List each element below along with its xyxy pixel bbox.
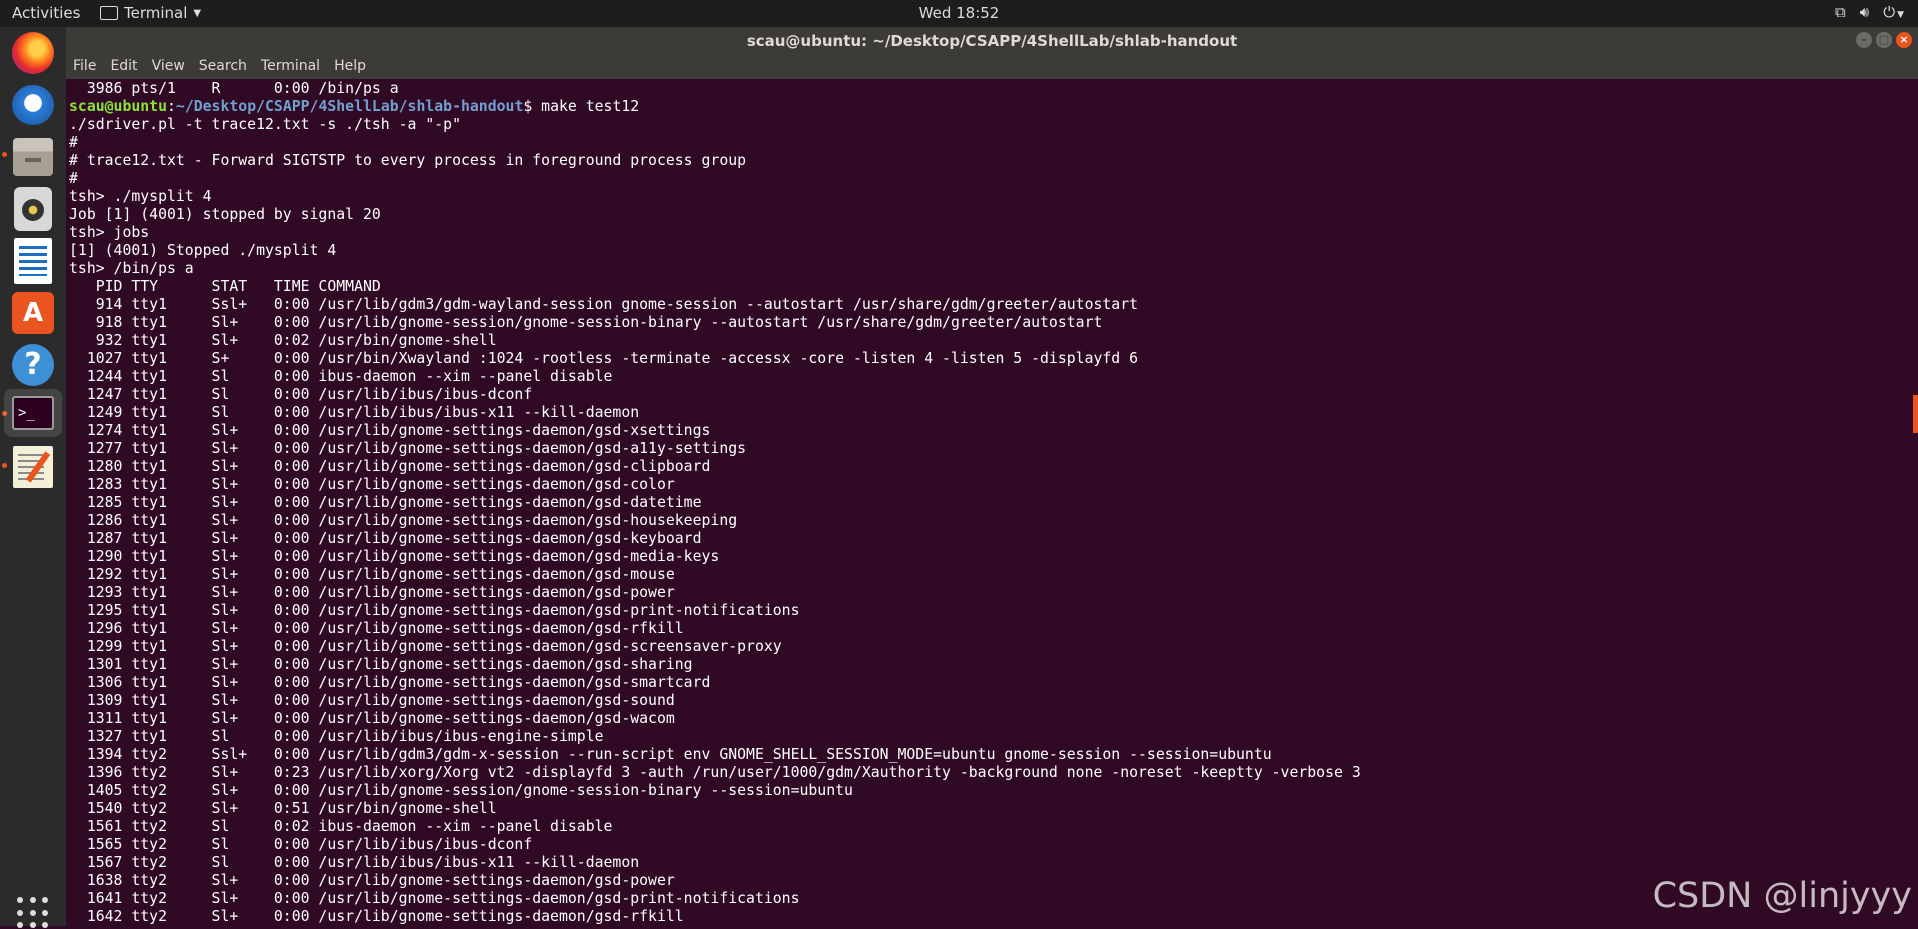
text-editor-icon bbox=[13, 446, 53, 488]
terminal-line: 914 tty1 Ssl+ 0:00 /usr/lib/gdm3/gdm-way… bbox=[69, 296, 1139, 313]
terminal-line: 932 tty1 Sl+ 0:02 /usr/bin/gnome-shell bbox=[69, 332, 497, 349]
terminal-lines: ./sdriver.pl -t trace12.txt -s ./tsh -a … bbox=[69, 116, 1918, 926]
dock: A ? >_ bbox=[0, 27, 67, 929]
menu-view[interactable]: View bbox=[145, 54, 192, 79]
terminal-line: 1641 tty2 Sl+ 0:00 /usr/lib/gnome-settin… bbox=[69, 890, 800, 907]
terminal-line: 1396 tty2 Sl+ 0:23 /usr/lib/xorg/Xorg vt… bbox=[69, 764, 1361, 781]
prompt-user: scau@ubuntu bbox=[69, 98, 167, 115]
menu-bar: File Edit View Search Terminal Help bbox=[66, 54, 1918, 79]
terminal-line: 1296 tty1 Sl+ 0:00 /usr/lib/gnome-settin… bbox=[69, 620, 684, 637]
terminal-line: 1274 tty1 Sl+ 0:00 /usr/lib/gnome-settin… bbox=[69, 422, 711, 439]
terminal-line: 1292 tty1 Sl+ 0:00 /usr/lib/gnome-settin… bbox=[69, 566, 675, 583]
dock-firefox[interactable] bbox=[9, 29, 57, 77]
close-icon[interactable]: × bbox=[1896, 32, 1912, 48]
terminal-line: 1249 tty1 Sl 0:00 /usr/lib/ibus/ibus-x11… bbox=[69, 404, 640, 421]
window-title: scau@ubuntu: ~/Desktop/CSAPP/4ShellLab/s… bbox=[746, 32, 1238, 50]
terminal-line: 1295 tty1 Sl+ 0:00 /usr/lib/gnome-settin… bbox=[69, 602, 800, 619]
clock[interactable]: Wed 18:52 bbox=[0, 4, 1918, 22]
chevron-down-icon: ▼ bbox=[1897, 10, 1904, 20]
terminal-line: 1565 tty2 Sl 0:00 /usr/lib/ibus/ibus-dco… bbox=[69, 836, 533, 853]
help-icon: ? bbox=[12, 344, 54, 386]
firefox-icon bbox=[12, 32, 54, 74]
dock-thunderbird[interactable] bbox=[9, 81, 57, 129]
dock-text-editor[interactable] bbox=[9, 443, 57, 491]
terminal-line: 1638 tty2 Sl+ 0:00 /usr/lib/gnome-settin… bbox=[69, 872, 675, 889]
terminal-line: Job [1] (4001) stopped by signal 20 bbox=[69, 206, 381, 223]
terminal-line: 1327 tty1 Sl 0:00 /usr/lib/ibus/ibus-eng… bbox=[69, 728, 604, 745]
terminal-line: [1] (4001) Stopped ./mysplit 4 bbox=[69, 242, 337, 259]
software-center-icon: A bbox=[12, 292, 54, 334]
show-applications-icon[interactable] bbox=[17, 897, 49, 929]
power-icon[interactable]: ⏻ ▼ bbox=[1883, 3, 1904, 21]
running-indicator bbox=[2, 152, 7, 157]
dock-writer[interactable] bbox=[9, 237, 57, 285]
window-controls: – □ × bbox=[1856, 32, 1912, 48]
terminal-line: 1642 tty2 Sl+ 0:00 /usr/lib/gnome-settin… bbox=[69, 908, 684, 925]
terminal-line: 1540 tty2 Sl+ 0:51 /usr/bin/gnome-shell bbox=[69, 800, 497, 817]
terminal-line: 1394 tty2 Ssl+ 0:00 /usr/lib/gdm3/gdm-x-… bbox=[69, 746, 1272, 763]
system-tray[interactable]: ⧉ 🔊︎ ⏻ ▼ bbox=[1835, 3, 1904, 21]
terminal-line: 1293 tty1 Sl+ 0:00 /usr/lib/gnome-settin… bbox=[69, 584, 675, 601]
files-icon bbox=[13, 138, 53, 176]
terminal-line: # bbox=[69, 170, 78, 187]
terminal-line: 1247 tty1 Sl 0:00 /usr/lib/ibus/ibus-dco… bbox=[69, 386, 533, 403]
terminal-line: 918 tty1 Sl+ 0:00 /usr/lib/gnome-session… bbox=[69, 314, 1103, 331]
maximize-icon[interactable]: □ bbox=[1876, 32, 1892, 48]
terminal-area[interactable]: 3986 pts/1 R 0:00 /bin/ps a scau@ubuntu:~… bbox=[66, 79, 1918, 926]
terminal-line: 1027 tty1 S+ 0:00 /usr/bin/Xwayland :102… bbox=[69, 350, 1139, 367]
terminal-line: 1567 tty2 Sl 0:00 /usr/lib/ibus/ibus-x11… bbox=[69, 854, 640, 871]
terminal-line: 1286 tty1 Sl+ 0:00 /usr/lib/gnome-settin… bbox=[69, 512, 738, 529]
terminal-icon: >_ bbox=[12, 396, 54, 430]
watermark: CSDN @linjyyy bbox=[1652, 876, 1912, 916]
terminal-line: 1299 tty1 Sl+ 0:00 /usr/lib/gnome-settin… bbox=[69, 638, 782, 655]
prompt-command: $ make test12 bbox=[523, 98, 640, 115]
thunderbird-icon bbox=[12, 85, 54, 125]
terminal-output: 3986 pts/1 R 0:00 /bin/ps a scau@ubuntu:~… bbox=[66, 79, 1918, 926]
terminal-line: # bbox=[69, 134, 78, 151]
menu-file[interactable]: File bbox=[66, 54, 103, 79]
rhythmbox-icon bbox=[14, 187, 52, 231]
terminal-line: 1306 tty1 Sl+ 0:00 /usr/lib/gnome-settin… bbox=[69, 674, 711, 691]
libreoffice-writer-icon bbox=[14, 238, 52, 284]
dock-rhythmbox[interactable] bbox=[9, 185, 57, 233]
menu-search[interactable]: Search bbox=[192, 54, 254, 79]
running-indicator bbox=[2, 463, 7, 468]
terminal-line: 1309 tty1 Sl+ 0:00 /usr/lib/gnome-settin… bbox=[69, 692, 675, 709]
volume-icon[interactable]: 🔊︎ bbox=[1860, 3, 1869, 21]
menu-edit[interactable]: Edit bbox=[103, 54, 144, 79]
terminal-line: 1405 tty2 Sl+ 0:00 /usr/lib/gnome-sessio… bbox=[69, 782, 853, 799]
dock-software[interactable]: A bbox=[9, 289, 57, 337]
network-icon[interactable]: ⧉ bbox=[1835, 3, 1846, 21]
prompt-path: ~/Desktop/CSAPP/4ShellLab/shlab-handout bbox=[175, 98, 524, 115]
menu-help[interactable]: Help bbox=[327, 54, 373, 79]
terminal-line: # trace12.txt - Forward SIGTSTP to every… bbox=[69, 152, 747, 169]
terminal-line: 1311 tty1 Sl+ 0:00 /usr/lib/gnome-settin… bbox=[69, 710, 675, 727]
terminal-line: tsh> ./mysplit 4 bbox=[69, 188, 212, 205]
window-titlebar[interactable]: scau@ubuntu: ~/Desktop/CSAPP/4ShellLab/s… bbox=[66, 27, 1918, 54]
top-bar: Activities Terminal ▼ Wed 18:52 ⧉ 🔊︎ ⏻ ▼ bbox=[0, 0, 1918, 27]
scrollbar-indicator[interactable] bbox=[1913, 395, 1918, 433]
prompt-separator: : bbox=[167, 98, 176, 115]
terminal-line: 1285 tty1 Sl+ 0:00 /usr/lib/gnome-settin… bbox=[69, 494, 702, 511]
terminal-line: tsh> /bin/ps a bbox=[69, 260, 194, 277]
dock-files[interactable] bbox=[9, 133, 57, 181]
minimize-icon[interactable]: – bbox=[1856, 32, 1872, 48]
terminal-line: tsh> jobs bbox=[69, 224, 150, 241]
dock-help[interactable]: ? bbox=[9, 341, 57, 389]
menu-terminal[interactable]: Terminal bbox=[254, 54, 327, 79]
terminal-line: PID TTY STAT TIME COMMAND bbox=[69, 278, 381, 295]
terminal-line: ./sdriver.pl -t trace12.txt -s ./tsh -a … bbox=[69, 116, 461, 133]
terminal-line: 1301 tty1 Sl+ 0:00 /usr/lib/gnome-settin… bbox=[69, 656, 693, 673]
terminal-line: 1290 tty1 Sl+ 0:00 /usr/lib/gnome-settin… bbox=[69, 548, 720, 565]
terminal-line: 1561 tty2 Sl 0:02 ibus-daemon --xim --pa… bbox=[69, 818, 613, 835]
terminal-line: 1277 tty1 Sl+ 0:00 /usr/lib/gnome-settin… bbox=[69, 440, 747, 457]
terminal-line: 1287 tty1 Sl+ 0:00 /usr/lib/gnome-settin… bbox=[69, 530, 702, 547]
terminal-line: 1244 tty1 Sl 0:00 ibus-daemon --xim --pa… bbox=[69, 368, 613, 385]
terminal-line: 1280 tty1 Sl+ 0:00 /usr/lib/gnome-settin… bbox=[69, 458, 711, 475]
terminal-line: 1283 tty1 Sl+ 0:00 /usr/lib/gnome-settin… bbox=[69, 476, 675, 493]
dock-terminal[interactable]: >_ bbox=[4, 389, 62, 437]
terminal-line: 3986 pts/1 R 0:00 /bin/ps a bbox=[69, 80, 399, 97]
prompt-line: scau@ubuntu:~/Desktop/CSAPP/4ShellLab/sh… bbox=[69, 98, 1918, 116]
